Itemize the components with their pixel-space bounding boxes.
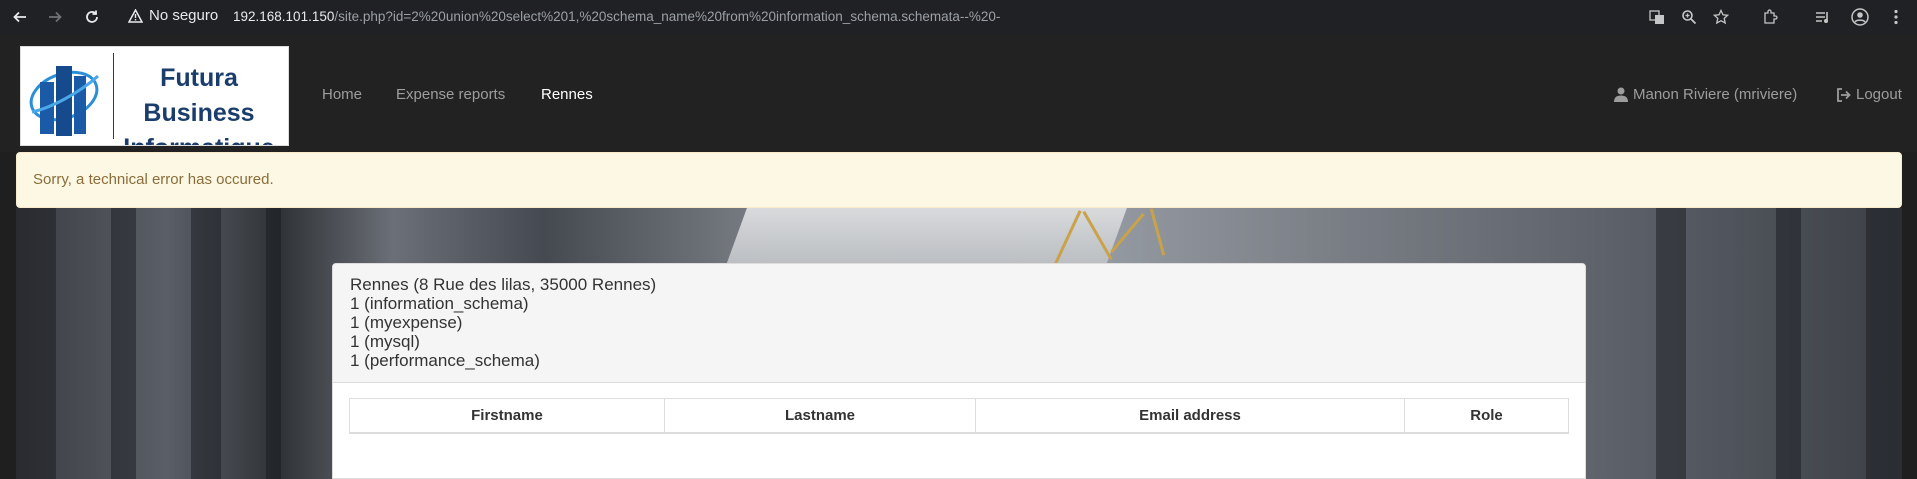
brand-line-2: Informatique xyxy=(109,131,288,145)
heading-line: 1 (information_schema) xyxy=(350,294,529,313)
bookmark-star-icon[interactable] xyxy=(1711,6,1731,28)
employees-table: Firstname Lastname Email address Role xyxy=(349,398,1569,434)
building-logo-icon xyxy=(29,66,100,136)
warning-icon xyxy=(128,8,143,23)
zoom-icon[interactable] xyxy=(1679,6,1699,28)
bg-curtain-stripe xyxy=(1776,208,1801,479)
browser-toolbar: No seguro 192.168.101.150/site.php?id=2%… xyxy=(0,0,1917,34)
logout-label: Logout xyxy=(1856,86,1902,103)
heading-line: 1 (myexpense) xyxy=(350,313,463,332)
extensions-icon[interactable] xyxy=(1760,6,1780,28)
panel-body: Firstname Lastname Email address Role xyxy=(333,383,1585,449)
security-indicator[interactable]: No seguro xyxy=(128,7,218,24)
bg-curtain-stripe xyxy=(1656,208,1686,479)
bg-chandelier-rod xyxy=(1149,208,1166,256)
company-logo[interactable]: Futura Business Informatique xyxy=(20,46,289,146)
url-path: /site.php?id=2%20union%20select%201,%20s… xyxy=(334,9,1001,24)
user-account-link[interactable]: Manon Riviere (mriviere) xyxy=(1614,86,1797,103)
heading-line: 1 (performance_schema) xyxy=(350,351,540,370)
bg-curtain-stripe xyxy=(111,208,136,479)
heading-line: 1 (mysql) xyxy=(350,332,420,351)
bg-curtain-stripe xyxy=(16,208,56,479)
column-header-role: Role xyxy=(1404,398,1569,434)
user-icon xyxy=(1614,87,1628,102)
security-label: No seguro xyxy=(149,7,219,24)
translate-icon[interactable] xyxy=(1647,6,1667,28)
column-header-lastname: Lastname xyxy=(664,398,976,434)
profile-icon[interactable] xyxy=(1850,6,1870,28)
brand-line-1: Futura Business xyxy=(143,64,255,127)
menu-kebab-icon[interactable] xyxy=(1886,6,1906,28)
logout-icon xyxy=(1837,87,1851,102)
alert-message: Sorry, a technical error has occured. xyxy=(33,171,274,188)
nav-rennes[interactable]: Rennes xyxy=(541,86,593,103)
media-queue-icon[interactable] xyxy=(1812,6,1832,28)
column-header-firstname: Firstname xyxy=(349,398,665,434)
back-arrow-icon[interactable] xyxy=(9,6,31,28)
site-panel: Rennes (8 Rue des lilas, 35000 Rennes) 1… xyxy=(332,263,1586,479)
table-header-row: Firstname Lastname Email address Role xyxy=(349,398,1569,434)
panel-heading: Rennes (8 Rue des lilas, 35000 Rennes) 1… xyxy=(333,264,1585,383)
url-host: 192.168.101.150 xyxy=(233,9,335,24)
reload-icon[interactable] xyxy=(81,6,103,28)
brand-name: Futura Business Informatique xyxy=(109,61,288,145)
site-navbar: Futura Business Informatique Home Expens… xyxy=(0,34,1917,152)
address-bar[interactable]: 192.168.101.150/site.php?id=2%20union%20… xyxy=(233,9,1000,24)
nav-expense-reports[interactable]: Expense reports xyxy=(396,86,505,103)
bg-curtain-stripe xyxy=(1866,208,1902,479)
column-header-email: Email address xyxy=(975,398,1405,434)
user-name: Manon Riviere (mriviere) xyxy=(1633,86,1798,103)
nav-home[interactable]: Home xyxy=(322,86,362,103)
error-alert: Sorry, a technical error has occured. xyxy=(16,152,1902,208)
bg-curtain-stripe xyxy=(191,208,221,479)
logout-link[interactable]: Logout xyxy=(1836,86,1902,103)
forward-arrow-icon[interactable] xyxy=(44,6,66,28)
bg-curtain-stripe xyxy=(266,208,281,479)
site-address: Rennes (8 Rue des lilas, 35000 Rennes) xyxy=(350,275,657,294)
